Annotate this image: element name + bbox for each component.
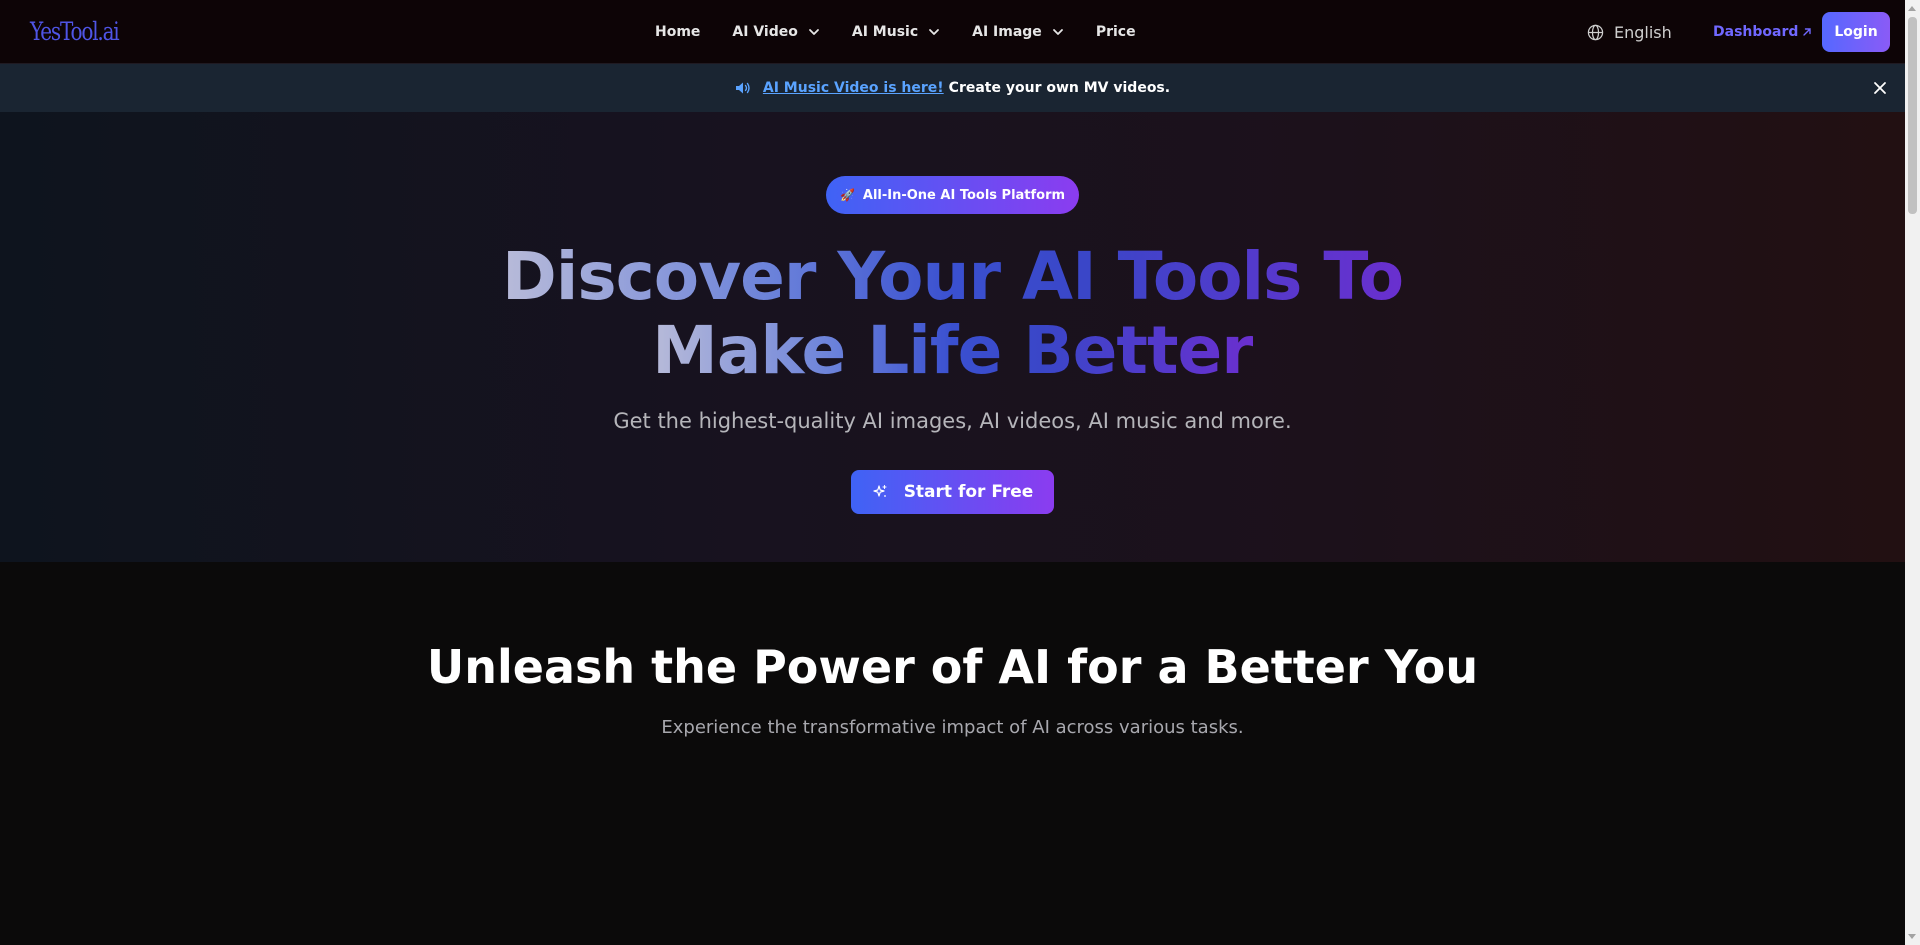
start-for-free-button[interactable]: Start for Free [851,470,1054,514]
arrow-up-right-icon [1803,28,1812,36]
scroll-down-arrow-icon[interactable] [1908,934,1916,939]
language-label: English [1614,22,1672,42]
nav-item-label: AI Music [851,24,919,40]
scrollbar[interactable] [1905,0,1920,945]
hero-section: 🚀 All-In-One AI Tools Platform Discover … [0,112,1905,562]
announcement-text: Create your own MV videos. [948,80,1171,96]
nav-item-ai-image[interactable]: AI Image [972,24,1064,40]
chevron-down-icon [1052,29,1063,35]
section-title: Unleash the Power of AI for a Better You [426,640,1479,694]
sparkle-icon [873,484,887,497]
close-icon[interactable] [1872,80,1888,96]
platform-badge: 🚀 All-In-One AI Tools Platform [826,176,1079,214]
section-subtitle: Experience the transformative impact of … [661,717,1244,738]
badge-label: All-In-One AI Tools Platform [862,187,1066,203]
chevron-down-icon [808,29,819,35]
nav-item-price[interactable]: Price [1096,24,1136,40]
page: YesTool.ai Home AI Video AI Music AI Ima… [0,0,1905,945]
logo[interactable]: YesTool.ai [30,17,120,46]
nav-item-ai-music[interactable]: AI Music [852,24,940,40]
dashboard-label: Dashboard [1713,24,1799,40]
nav-item-label: Home [655,24,701,40]
nav-item-label: AI Image [972,24,1042,40]
nav-item-ai-video[interactable]: AI Video [732,24,819,40]
headline-line-1: Discover Your AI Tools To [501,238,1404,315]
rocket-icon: 🚀 [839,188,855,202]
cta-label: Start for Free [903,482,1034,502]
hero-subtitle: Get the highest-quality AI images, AI vi… [613,409,1292,433]
language-selector[interactable]: English [1587,0,1672,64]
announcement-link[interactable]: AI Music Video is here! [763,80,944,96]
dashboard-link[interactable]: Dashboard [1713,0,1812,64]
announcement-bar: AI Music Video is here! Create your own … [0,64,1905,112]
nav-item-label: Price [1095,24,1136,40]
chevron-down-icon [929,29,940,35]
hero-headline: Discover Your AI Tools To Make Life Bett… [0,240,1905,388]
login-button[interactable]: Login [1822,12,1890,52]
nav-item-home[interactable]: Home [655,24,700,40]
scroll-up-arrow-icon[interactable] [1908,6,1916,11]
speaker-icon [735,82,750,94]
nav-item-label: AI Video [732,24,798,40]
scrollbar-thumb[interactable] [1908,17,1917,214]
top-navbar: YesTool.ai Home AI Video AI Music AI Ima… [0,0,1905,64]
globe-icon [1587,24,1604,40]
main-nav: Home AI Video AI Music AI Image Price [655,0,1168,64]
headline-line-2: Make Life Better [652,312,1254,389]
